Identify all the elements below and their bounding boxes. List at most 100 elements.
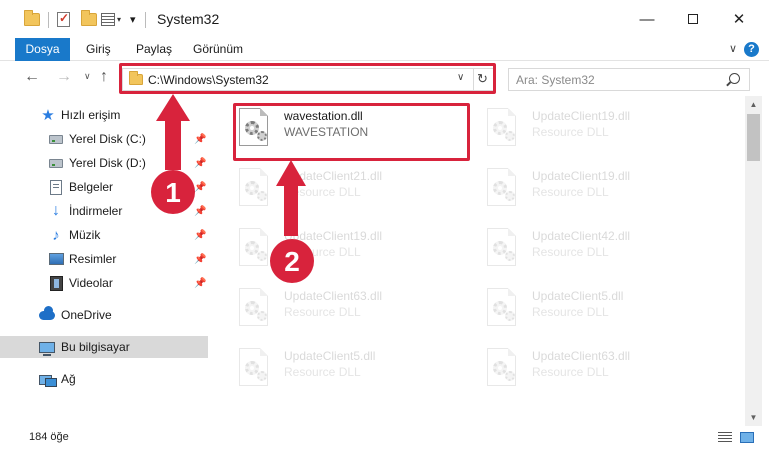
file-description: Resource DLL [532, 125, 609, 139]
file-tile[interactable]: UpdateClient5.dll Resource DLL [485, 286, 725, 344]
dll-file-icon [485, 168, 521, 210]
scroll-down-icon[interactable]: ▼ [745, 409, 762, 426]
customize-toolbar-icon[interactable]: ▾ [130, 9, 136, 29]
dll-file-icon [485, 288, 521, 330]
file-description: Resource DLL [532, 245, 609, 259]
sidebar-item-label: Ağ [61, 372, 76, 386]
tab-home[interactable]: Giriş [86, 38, 111, 61]
file-description: Resource DLL [532, 185, 609, 199]
view-icon[interactable] [101, 9, 115, 29]
up-button[interactable]: ↑ [100, 68, 108, 86]
close-icon: ✕ [732, 11, 746, 28]
sidebar-item-documents[interactable]: Belgeler 📌 [0, 176, 208, 198]
sidebar-item-onedrive[interactable]: OneDrive [0, 304, 208, 326]
forward-button[interactable]: → [56, 68, 72, 86]
disk-icon [48, 155, 64, 171]
computer-icon [39, 339, 55, 356]
details-view-icon[interactable] [718, 432, 732, 443]
network-icon [39, 371, 57, 387]
dll-file-icon [237, 288, 273, 330]
tab-file[interactable]: Dosya [15, 38, 70, 61]
sidebar-item-network[interactable]: Ağ [0, 368, 208, 390]
view-dropdown-icon[interactable]: ▾ [117, 9, 121, 29]
pin-icon: 📌 [194, 157, 207, 169]
new-folder-icon[interactable] [81, 9, 97, 29]
file-name: UpdateClient19.dll [532, 109, 631, 123]
document-icon [48, 179, 64, 195]
pin-icon: 📌 [194, 253, 207, 265]
sidebar-item-label: OneDrive [61, 308, 112, 322]
file-tile[interactable]: UpdateClient21.dll Resource DLL [237, 166, 477, 224]
help-button[interactable]: ? [744, 42, 759, 57]
tab-view[interactable]: Görünüm [193, 38, 243, 61]
ribbon: Dosya Giriş Paylaş Görünüm ∨ ? [0, 38, 769, 61]
pin-icon: 📌 [194, 205, 207, 217]
file-tile[interactable]: UpdateClient5.dll Resource DLL [237, 346, 477, 404]
divider [145, 12, 146, 28]
file-tile[interactable]: UpdateClient63.dll Resource DLL [237, 286, 477, 344]
music-icon: ♪ [52, 226, 60, 244]
sidebar-item-local-disk-d[interactable]: Yerel Disk (D:) 📌 [0, 152, 208, 174]
sidebar-item-label: Hızlı erişim [61, 108, 121, 122]
sidebar-item-label: Belgeler [69, 180, 114, 194]
pin-icon: 📌 [194, 229, 207, 241]
sidebar-item-videos[interactable]: Videolar 📌 [0, 272, 208, 294]
file-name: UpdateClient5.dll [284, 349, 376, 363]
star-icon: ★ [41, 107, 55, 124]
file-description: Resource DLL [284, 245, 361, 259]
minimize-icon: — [639, 10, 655, 28]
file-tile[interactable]: UpdateClient63.dll Resource DLL [485, 346, 725, 404]
maximize-button[interactable] [670, 0, 716, 38]
pin-icon: 📌 [194, 133, 207, 145]
item-count: 184 öğe [29, 431, 69, 443]
sidebar-item-label: Yerel Disk (D:) [69, 156, 146, 170]
back-button[interactable]: ← [24, 68, 40, 86]
recent-locations-button[interactable]: ∨ [84, 71, 91, 82]
maximize-icon [688, 14, 698, 24]
tiles-view-icon[interactable] [740, 432, 754, 443]
file-tile[interactable]: UpdateClient19.dll Resource DLL [237, 226, 477, 284]
pictures-icon [48, 251, 64, 267]
file-description: Resource DLL [284, 305, 361, 319]
dll-file-icon [485, 108, 521, 150]
properties-icon[interactable] [57, 9, 70, 29]
expand-ribbon-icon[interactable]: ∨ [729, 42, 737, 55]
sidebar-item-pictures[interactable]: Resimler 📌 [0, 248, 208, 270]
close-button[interactable]: ✕ [716, 0, 762, 38]
tab-share[interactable]: Paylaş [136, 38, 172, 61]
sidebar-item-downloads[interactable]: ↓ İndirmeler 📌 [0, 200, 208, 222]
sidebar-item-quick-access[interactable]: ★ Hızlı erişim [0, 104, 208, 126]
file-name: UpdateClient63.dll [284, 289, 383, 303]
search-icon[interactable] [729, 73, 740, 84]
sidebar-item-local-disk-c[interactable]: Yerel Disk (C:) 📌 [0, 128, 208, 150]
sidebar-item-label: İndirmeler [69, 204, 123, 218]
navigation-pane: ★ Hızlı erişim Yerel Disk (C:) 📌 Yerel D… [0, 96, 215, 426]
file-tile[interactable]: UpdateClient19.dll Resource DLL [485, 166, 725, 224]
video-icon [48, 275, 64, 291]
file-description: Resource DLL [532, 305, 609, 319]
address-highlight-box [119, 63, 496, 94]
file-highlight-box [233, 103, 470, 161]
scroll-up-icon[interactable]: ▲ [745, 96, 762, 113]
sidebar-item-this-pc[interactable]: Bu bilgisayar [0, 336, 208, 358]
search-box[interactable] [508, 68, 750, 91]
scrollbar-thumb[interactable] [747, 114, 760, 161]
disk-icon [48, 131, 64, 147]
file-tile[interactable]: UpdateClient19.dll Resource DLL [485, 106, 725, 164]
file-name: UpdateClient19.dll [284, 229, 383, 243]
search-input[interactable] [509, 69, 719, 90]
file-name: UpdateClient19.dll [532, 169, 631, 183]
file-description: Resource DLL [284, 365, 361, 379]
file-tile[interactable]: UpdateClient42.dll Resource DLL [485, 226, 725, 284]
minimize-button[interactable]: — [624, 0, 670, 38]
file-name: UpdateClient42.dll [532, 229, 631, 243]
sidebar-item-label: Yerel Disk (C:) [69, 132, 146, 146]
download-icon: ↓ [52, 202, 60, 219]
sidebar-item-music[interactable]: ♪ Müzik 📌 [0, 224, 208, 246]
sidebar-item-label: Bu bilgisayar [61, 340, 130, 354]
pin-icon: 📌 [194, 181, 207, 193]
sidebar-item-label: Resimler [69, 252, 117, 266]
window-title: System32 [157, 11, 220, 27]
divider [48, 12, 49, 28]
vertical-scrollbar[interactable]: ▲ ▼ [745, 96, 762, 426]
